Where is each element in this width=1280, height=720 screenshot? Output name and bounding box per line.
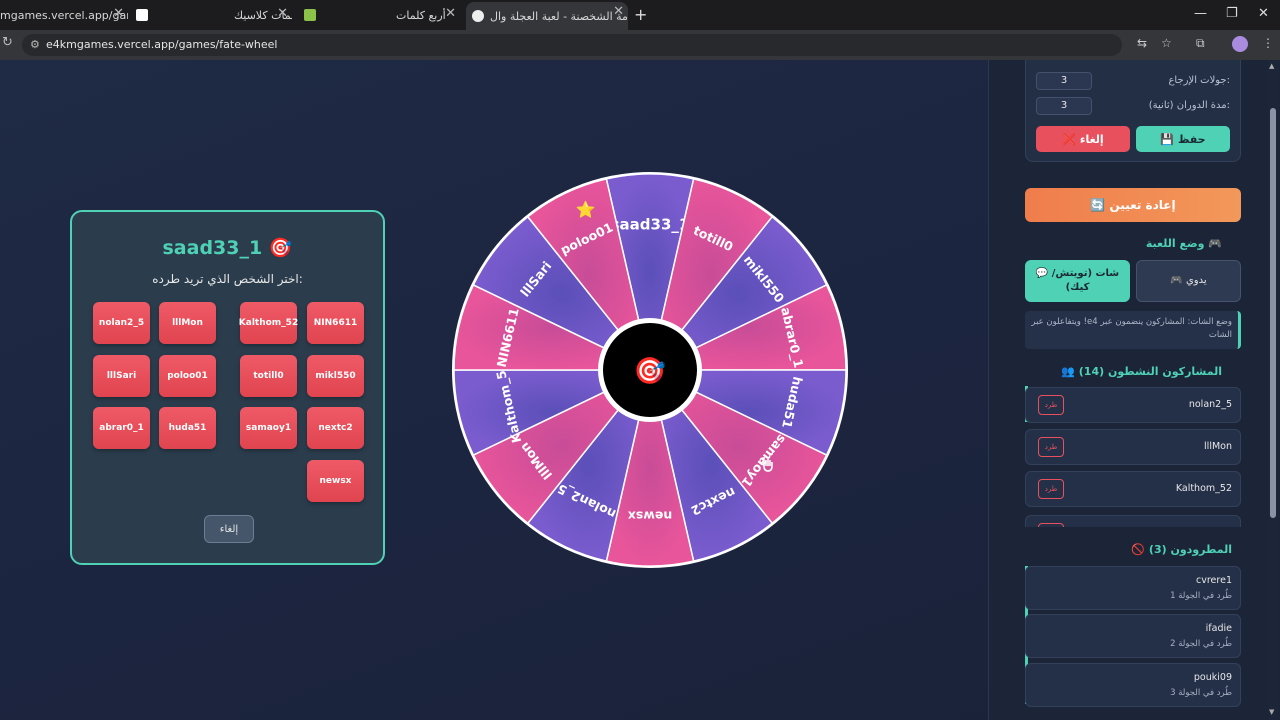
rounds-input[interactable]: 3 <box>1036 72 1092 90</box>
dialog-cancel-button[interactable]: إلغاء <box>204 515 254 543</box>
player-kick-button[interactable]: nextc2 <box>307 407 364 449</box>
extensions-icon[interactable]: ⧉ <box>1196 36 1205 51</box>
dialog-title: saad33_1 🎯 <box>162 237 293 259</box>
scroll-up-icon[interactable]: ▲ <box>1269 62 1274 70</box>
player-kick-button[interactable]: lllSari <box>93 355 150 397</box>
player-name: nolan2_5 <box>1188 399 1232 410</box>
player-kick-button[interactable]: lllMon <box>159 302 216 344</box>
player-kick-button[interactable]: totill0 <box>240 355 297 397</box>
close-icon[interactable]: ✕ <box>613 4 624 19</box>
tab-1[interactable]: mgames.vercel.app/games/ ✕ <box>0 4 128 26</box>
player-kick-button[interactable]: huda51 <box>159 407 216 449</box>
tab-title: mgames.vercel.app/games/ <box>0 8 128 22</box>
minimize-icon[interactable]: — <box>1194 6 1207 21</box>
close-icon[interactable]: ✕ <box>113 6 124 21</box>
player-name: cvrere1 <box>1196 575 1232 586</box>
elimination-round: طُرد في الجولة 1 <box>1170 591 1232 601</box>
active-list-clip <box>1025 515 1241 527</box>
site-favicon-icon <box>304 9 316 21</box>
close-window-icon[interactable]: ✕ <box>1258 6 1269 21</box>
url-field[interactable]: ⚙ e4kmgames.vercel.app/games/fate-wheel <box>22 34 1122 56</box>
chat-mode-button[interactable]: 💬 شات (تويتش/كيك) <box>1025 260 1130 302</box>
reload-icon[interactable]: ↻ <box>2 35 13 50</box>
player-name: pouki09 <box>1193 672 1232 683</box>
close-icon[interactable]: ✕ <box>277 6 288 21</box>
manual-mode-button[interactable]: 🎮 يدوي <box>1136 260 1241 302</box>
list-item: nolan2_5 طرد <box>1025 387 1241 423</box>
rounds-label: جولات الإرجاع: <box>1168 75 1230 86</box>
game-page: saad33_1 🎯 اختر الشخص الذي تريد طرده: NI… <box>0 60 1280 720</box>
url-text: e4kmgames.vercel.app/games/fate-wheel <box>46 38 278 51</box>
reset-button[interactable]: 🔄 إعادة تعيين <box>1025 188 1241 222</box>
list-item: Kalthom_52 طرد <box>1025 471 1241 507</box>
duration-label: مدة الدوران (ثانية): <box>1148 100 1230 111</box>
kick-button[interactable]: طرد <box>1038 437 1064 457</box>
game-mode-title: وضع اللعبة 🎮 <box>1145 237 1222 250</box>
fate-wheel[interactable]: saad33_1 totill0mikl550abrar0_1huda51sama… <box>450 170 850 570</box>
elimination-round: طُرد في الجولة 2 <box>1170 639 1232 649</box>
restore-icon[interactable]: ❐ <box>1226 6 1238 21</box>
scroll-down-icon[interactable]: ▼ <box>1269 708 1274 716</box>
list-item <box>1025 515 1241 527</box>
site-favicon-icon <box>472 10 484 22</box>
address-bar: ⚙ e4kmgames.vercel.app/games/fate-wheel <box>0 30 1280 60</box>
tab-strip: mgames.vercel.app/games/ ✕ كلمات كلاسيك … <box>0 0 1280 30</box>
kick-button[interactable] <box>1038 523 1064 527</box>
list-item: ifadie طُرد في الجولة 2 <box>1025 614 1241 658</box>
player-kick-button[interactable]: mikl550 <box>307 355 364 397</box>
star-icon: ⭐ <box>576 200 596 219</box>
list-item: cvrere1 طُرد في الجولة 1 <box>1025 566 1241 610</box>
kick-button[interactable]: طرد <box>1038 395 1064 415</box>
player-name: Kalthom_52 <box>1175 483 1232 494</box>
player-kick-button[interactable]: nolan2_5 <box>93 302 150 344</box>
active-players-title: 👥 المشاركون النشطون (14) <box>1061 365 1222 378</box>
list-item: lllMon طرد <box>1025 429 1241 465</box>
player-name: ifadie <box>1205 623 1232 634</box>
player-kick-button[interactable]: abrar0_1 <box>93 407 150 449</box>
mode-note: وضع الشات: المشاركون ينضمون عبر e4! ويتف… <box>1025 311 1241 349</box>
mouse-cursor-icon <box>763 457 773 472</box>
player-kick-button[interactable]: poloo01 <box>159 355 216 397</box>
target-icon: 🎯 <box>634 357 666 387</box>
new-tab-icon[interactable]: + <box>634 5 647 24</box>
menu-icon[interactable]: ⋮ <box>1262 36 1274 50</box>
dialog-subtitle: اختر الشخص الذي تريد طرده: <box>152 272 303 286</box>
save-button[interactable]: 💾 حفظ <box>1136 126 1230 152</box>
cancel-button[interactable]: ❌ إلغاء <box>1036 126 1130 152</box>
tab-2[interactable]: كلمات كلاسيك ✕ <box>136 4 292 26</box>
tab-3[interactable]: أربع كلمات ✕ <box>304 4 460 26</box>
player-name: lllMon <box>1204 441 1232 452</box>
duration-input[interactable]: 3 <box>1036 97 1092 115</box>
tab-title: دوامة الشخصنة - لعبة العجلة وال <box>490 9 628 23</box>
site-info-icon[interactable]: ⚙ <box>30 34 40 56</box>
player-kick-button[interactable]: newsx <box>307 460 364 502</box>
player-kick-button[interactable]: Kalthom_52 <box>239 302 298 344</box>
list-item: pouki09 طُرد في الجولة 3 <box>1025 663 1241 707</box>
site-favicon-icon <box>136 9 148 21</box>
player-kick-button[interactable]: NIN6611 <box>307 302 364 344</box>
eliminated-title: 🚫 المطرودون (3) <box>1131 543 1232 556</box>
wheel-segment-label: saad33_1 <box>611 216 690 234</box>
elimination-round: طُرد في الجولة 3 <box>1170 688 1232 698</box>
close-icon[interactable]: ✕ <box>445 6 456 21</box>
wheel-segment-label: newsx <box>628 509 672 524</box>
kick-dialog: saad33_1 🎯 اختر الشخص الذي تريد طرده: NI… <box>70 210 385 565</box>
kick-button[interactable]: طرد <box>1038 479 1064 499</box>
translate-icon[interactable]: ⇆ <box>1137 36 1147 50</box>
tab-title: أربع كلمات <box>396 8 446 22</box>
avatar[interactable] <box>1232 36 1248 52</box>
player-kick-button[interactable]: samaoy1 <box>240 407 297 449</box>
scrollbar-thumb[interactable] <box>1270 108 1276 518</box>
tab-active[interactable]: دوامة الشخصنة - لعبة العجلة وال ✕ <box>466 2 628 30</box>
bookmark-star-icon[interactable]: ☆ <box>1161 36 1172 50</box>
